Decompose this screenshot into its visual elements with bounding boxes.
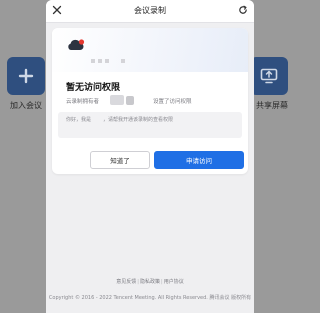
join-meeting-label: 加入会议 xyxy=(10,101,42,110)
got-it-button[interactable]: 知道了 xyxy=(90,151,150,169)
masked-owner-name xyxy=(91,59,125,63)
request-access-button[interactable]: 申请访问 xyxy=(154,151,244,169)
footer-links: 意见反馈|隐私政策|用户协议 xyxy=(116,279,184,285)
recording-dialog: 会议录制 暂无访问权限 云录制拥有者 设置了访问权限 你好，我是 ，请帮我开通该… xyxy=(46,0,254,313)
no-access-card: 暂无访问权限 云录制拥有者 设置了访问权限 你好，我是 ，请帮我开通该录制的查看… xyxy=(52,28,248,174)
request-message-field[interactable]: 你好，我是 ，请帮我开通该录制的查看权限 xyxy=(58,112,242,138)
dialog-titlebar: 会议录制 xyxy=(46,0,254,23)
description-prefix: 云录制拥有者 xyxy=(66,99,100,105)
masked-owner-avatar-2 xyxy=(126,96,134,105)
masked-owner-avatar xyxy=(110,95,124,105)
message-greeting: 你好，我是 xyxy=(66,117,92,123)
access-description: 云录制拥有者 设置了访问权限 xyxy=(66,95,241,107)
refresh-icon[interactable] xyxy=(238,5,248,15)
plus-icon xyxy=(18,68,34,84)
feedback-link[interactable]: 意见反馈 xyxy=(116,279,136,285)
message-body: ，请帮我开通该录制的查看权限 xyxy=(103,117,174,123)
share-screen-tile[interactable] xyxy=(250,57,288,95)
share-screen-label: 共享屏幕 xyxy=(256,101,288,110)
share-screen-icon xyxy=(260,68,278,84)
copyright-text: Copyright © 2016 - 2022 Tencent Meeting.… xyxy=(48,295,252,301)
no-access-heading: 暂无访问权限 xyxy=(66,83,121,93)
dialog-title: 会议录制 xyxy=(134,6,166,15)
cloud-avatar-icon xyxy=(68,39,85,50)
user-agreement-link[interactable]: 用户协议 xyxy=(164,279,184,285)
description-suffix: 设置了访问权限 xyxy=(153,99,192,105)
join-meeting-tile[interactable] xyxy=(7,57,45,95)
privacy-policy-link[interactable]: 隐私政策 xyxy=(140,279,160,285)
